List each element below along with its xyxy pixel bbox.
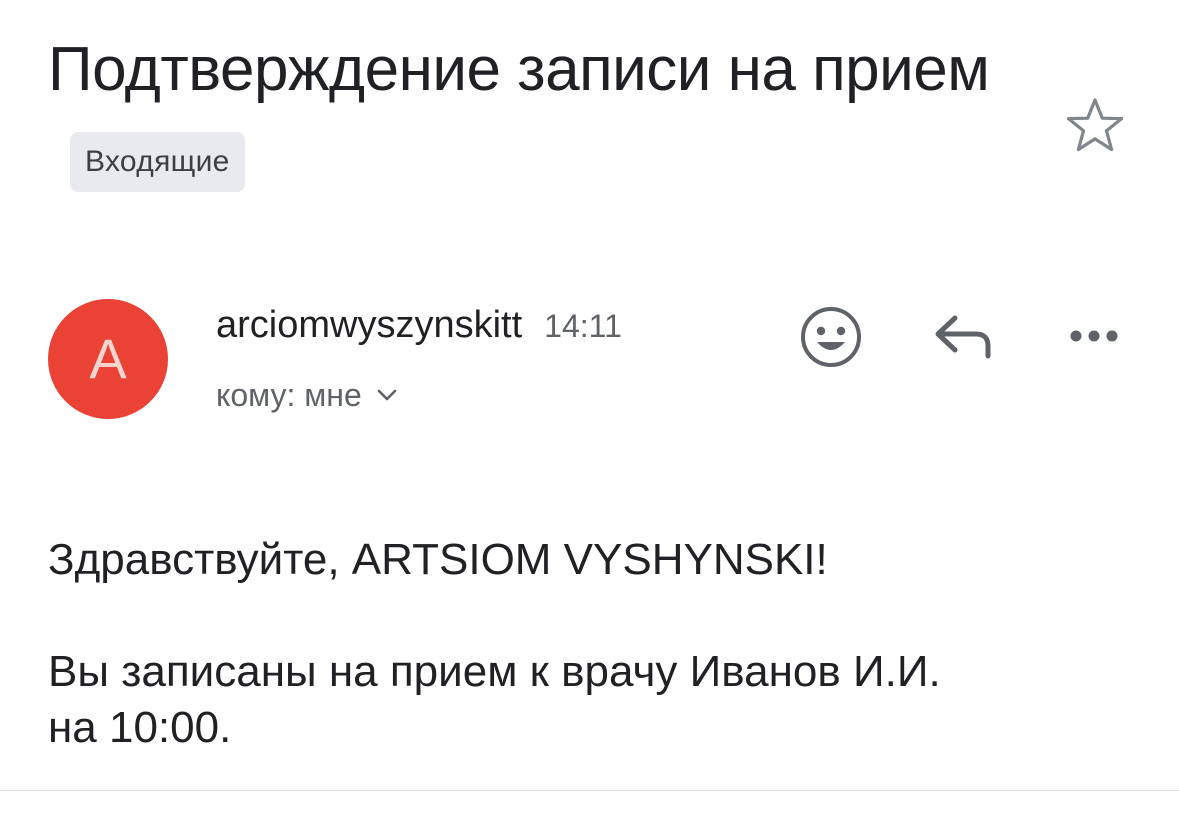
sender-name[interactable]: arciomwyszynskitt xyxy=(216,304,522,346)
reply-icon[interactable] xyxy=(930,308,996,364)
email-body-line-2: на 10:00. xyxy=(48,703,232,752)
recipient-text: кому: мне xyxy=(216,377,362,413)
email-subject: Подтверждение записи на прием xyxy=(48,35,990,104)
star-icon[interactable] xyxy=(1064,96,1126,156)
sender-avatar[interactable]: A xyxy=(48,299,168,419)
sender-line: arciomwyszynskitt 14:11 xyxy=(216,303,622,348)
email-greeting: Здравствуйте, ARTSIOM VYSHYNSKI! xyxy=(48,535,828,584)
inbox-label-chip[interactable]: Входящие xyxy=(70,131,245,192)
email-body: Здравствуйте, ARTSIOM VYSHYNSKI! Вы запи… xyxy=(48,532,1128,756)
email-subject-header: Подтверждение записи на прием Входящие xyxy=(48,22,1008,214)
add-emoji-reaction-icon[interactable] xyxy=(798,304,864,370)
email-view: Подтверждение записи на приемВходящие A … xyxy=(0,0,1179,818)
divider xyxy=(0,790,1179,791)
email-body-line-1: Вы записаны на прием к врачу Иванов И.И. xyxy=(48,647,941,696)
avatar-letter: A xyxy=(89,327,127,390)
email-time: 14:11 xyxy=(544,308,622,344)
more-options-icon[interactable] xyxy=(1066,316,1122,356)
chevron-down-icon xyxy=(377,389,397,400)
recipient-toggle[interactable]: кому: мне xyxy=(216,375,398,415)
